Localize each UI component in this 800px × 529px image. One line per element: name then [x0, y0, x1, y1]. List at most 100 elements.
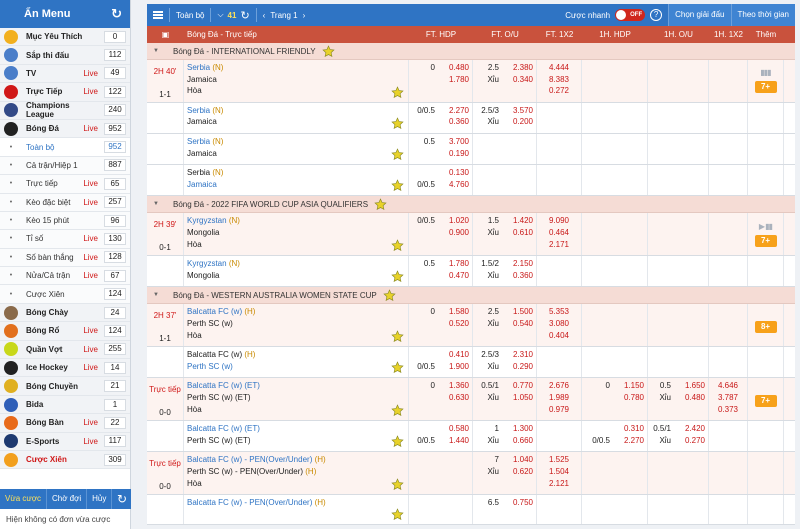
odds-value[interactable]: 2.310 — [505, 349, 533, 361]
away-team[interactable]: Perth SC (w) — [187, 318, 405, 330]
home-team[interactable]: Serbia (N) — [187, 105, 405, 117]
odds-value[interactable]: 0.630 — [441, 392, 469, 404]
more-bets-button[interactable]: 7+ — [754, 81, 777, 94]
odds-value[interactable]: 0.620 — [505, 466, 533, 478]
odds-value[interactable]: 1.300 — [505, 423, 533, 435]
odds-value[interactable]: 0.480 — [441, 62, 469, 74]
away-team[interactable]: Jamaica — [187, 116, 405, 128]
odds-value[interactable]: 1.525 — [540, 454, 578, 466]
odds-value[interactable]: 0.404 — [540, 330, 578, 342]
odds-value[interactable]: 2.270 — [616, 435, 644, 447]
odds-value[interactable]: 0.130 — [441, 167, 469, 179]
away-team[interactable]: Mongolia — [187, 270, 405, 282]
sidebar-item[interactable]: Bóng Chày 24 — [0, 303, 130, 323]
collapse-caret-icon[interactable]: ▼ — [153, 292, 161, 298]
home-team[interactable]: Balcatta FC (w) (ET) — [187, 380, 405, 392]
away-team[interactable]: Mongolia — [187, 227, 405, 239]
sidebar-subitem[interactable]: • Cược Xiên 124 — [0, 285, 130, 304]
odds-value[interactable]: 4.444 — [540, 62, 578, 74]
home-team[interactable]: Kyrgyzstan (N) — [187, 258, 405, 270]
sidebar-subitem[interactable]: • Tỉ số Live 130 — [0, 230, 130, 249]
hide-menu-title[interactable]: Ẩn Menu — [24, 8, 70, 20]
odds-value[interactable]: 0.270 — [677, 435, 705, 447]
sidebar-subitem[interactable]: • Toàn bộ 952 — [0, 138, 130, 157]
odds-value[interactable]: 0.310 — [616, 423, 644, 435]
match-count[interactable]: ⌵ 41 ↻ — [211, 9, 255, 22]
tab-recent-bets[interactable]: Vừa cược — [0, 489, 47, 509]
odds-value[interactable]: 1.050 — [505, 392, 533, 404]
tab-pending[interactable]: Chờ đợi — [47, 489, 88, 509]
odds-value[interactable]: 1.440 — [441, 435, 469, 447]
sidebar-subitem[interactable]: • Nửa/Cả trận Live 67 — [0, 267, 130, 286]
sidebar-item[interactable]: Sắp thi đấu 112 — [0, 46, 130, 65]
help-icon[interactable]: ? — [650, 9, 663, 21]
odds-value[interactable]: 0.660 — [505, 435, 533, 447]
sidebar-subitem[interactable]: • Cả trận/Hiệp 1 887 — [0, 156, 130, 176]
sidebar-item[interactable]: Bóng Bàn Live 22 — [0, 414, 130, 433]
home-team[interactable]: Serbia (N) — [187, 136, 405, 148]
sidebar-subitem[interactable]: • Kèo 15 phút 96 — [0, 211, 130, 231]
odds-value[interactable]: 2.420 — [677, 423, 705, 435]
odds-value[interactable]: 8.383 — [540, 74, 578, 86]
more-bets-button[interactable]: 7+ — [754, 234, 777, 247]
home-team[interactable]: Balcatta FC (w) (H) — [187, 349, 405, 361]
odds-value[interactable]: 5.353 — [540, 306, 578, 318]
favorite-star-icon[interactable] — [391, 330, 404, 343]
sidebar-item[interactable]: Cược Xiên 309 — [0, 450, 130, 470]
home-team[interactable]: Balcatta FC (w) - PEN(Over/Under) (H) — [187, 454, 405, 466]
reload-icon[interactable]: ↻ — [240, 9, 249, 22]
favorite-star-icon[interactable] — [391, 508, 404, 521]
odds-value[interactable]: 1.040 — [505, 454, 533, 466]
stats-icon[interactable]: ▮▮▮ — [760, 68, 771, 77]
home-team[interactable]: Balcatta FC (w) - PEN(Over/Under) (H) — [187, 497, 405, 509]
sidebar-item[interactable]: Bida 1 — [0, 395, 130, 415]
away-team[interactable]: Jamaica — [187, 74, 405, 86]
sidebar-item[interactable]: Ice Hockey Live 14 — [0, 359, 130, 378]
odds-value[interactable]: 1.780 — [441, 74, 469, 86]
quick-bet-toggle[interactable]: OFF — [615, 9, 646, 21]
away-team[interactable]: Jamaica — [187, 179, 405, 191]
odds-value[interactable]: 0.464 — [540, 227, 578, 239]
odds-value[interactable]: 1.150 — [616, 380, 644, 392]
away-team[interactable]: Perth SC (w) (ET) — [187, 435, 405, 447]
odds-value[interactable]: 0.410 — [441, 349, 469, 361]
prev-page-icon[interactable]: ‹ — [263, 11, 266, 20]
odds-value[interactable]: 3.787 — [712, 392, 744, 404]
away-team[interactable]: Perth SC (w) - PEN(Over/Under) (H) — [187, 466, 405, 478]
more-bets-button[interactable]: 7+ — [754, 395, 777, 408]
odds-value[interactable]: 3.700 — [441, 136, 469, 148]
odds-value[interactable]: 1.360 — [441, 380, 469, 392]
sidebar-item[interactable]: Mục Yêu Thích 0 — [0, 28, 130, 47]
away-team[interactable]: Perth SC (w) (ET) — [187, 392, 405, 404]
menu-icon[interactable] — [147, 11, 169, 19]
favorite-star-icon[interactable] — [391, 117, 404, 130]
odds-value[interactable]: 1.580 — [441, 306, 469, 318]
collapse-caret-icon[interactable]: ▼ — [153, 48, 161, 54]
odds-value[interactable]: 1.780 — [441, 258, 469, 270]
odds-value[interactable]: 0.340 — [505, 74, 533, 86]
odds-value[interactable]: 2.676 — [540, 380, 578, 392]
odds-value[interactable]: 1.650 — [677, 380, 705, 392]
filter-all[interactable]: Toàn bộ — [170, 11, 210, 20]
odds-value[interactable]: 0.290 — [505, 361, 533, 373]
odds-value[interactable]: 1.504 — [540, 466, 578, 478]
sidebar-item[interactable]: E-Sports Live 117 — [0, 432, 130, 451]
league-header[interactable]: ▼ Bóng Đá - INTERNATIONAL FRIENDLY — [147, 43, 795, 60]
favorite-star-icon[interactable] — [321, 44, 335, 58]
away-team[interactable]: Jamaica — [187, 148, 405, 160]
odds-value[interactable]: 0.610 — [505, 227, 533, 239]
home-team[interactable]: Serbia (N) — [187, 62, 405, 74]
odds-value[interactable]: 0.360 — [505, 270, 533, 282]
favorite-star-icon[interactable] — [383, 289, 396, 302]
collapse-caret-icon[interactable]: ▼ — [153, 201, 161, 207]
favorite-star-icon[interactable] — [391, 404, 404, 417]
sidebar-subitem[interactable]: • Kèo đặc biệt Live 257 — [0, 193, 130, 212]
favorite-star-icon[interactable] — [391, 478, 404, 491]
odds-value[interactable]: 0.780 — [616, 392, 644, 404]
odds-value[interactable]: 2.171 — [540, 239, 578, 251]
next-page-icon[interactable]: › — [303, 11, 306, 20]
home-team[interactable]: Balcatta FC (w) (H) — [187, 306, 405, 318]
home-team[interactable]: Balcatta FC (w) (ET) — [187, 423, 405, 435]
odds-value[interactable]: 3.080 — [540, 318, 578, 330]
sort-by-time-button[interactable]: Theo thời gian — [730, 4, 795, 26]
